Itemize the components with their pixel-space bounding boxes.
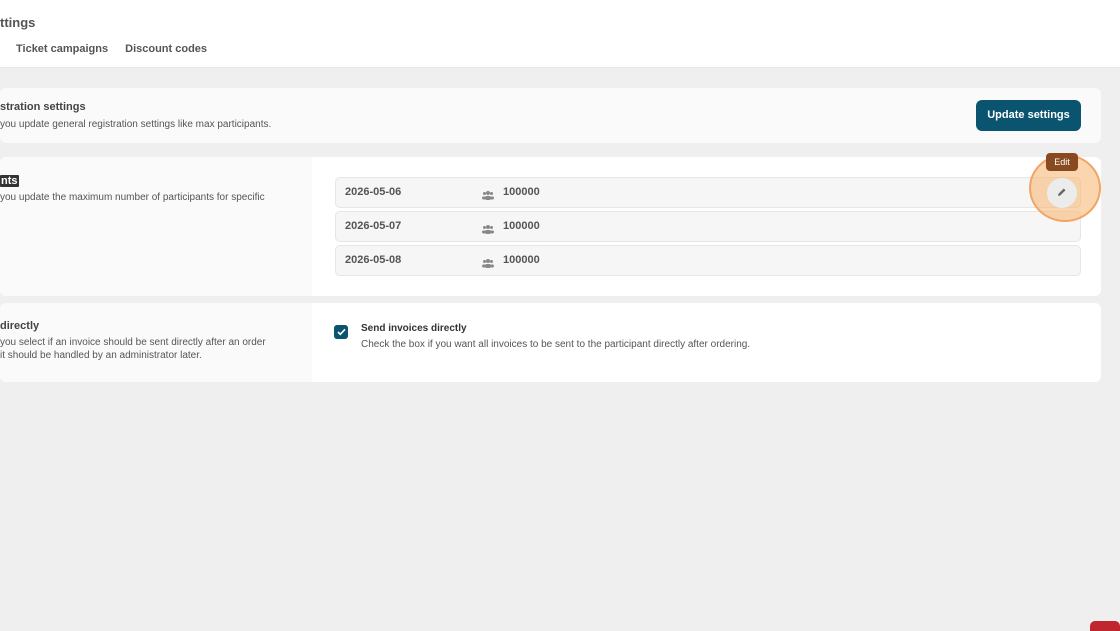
registration-settings-description: you update general registration settings… bbox=[0, 119, 272, 130]
update-settings-button[interactable]: Update settings bbox=[976, 100, 1081, 131]
invoices-card: directly you select if an invoice should… bbox=[0, 303, 1101, 382]
people-icon bbox=[482, 187, 494, 205]
page-title: ttings bbox=[0, 15, 36, 30]
participant-limit-row[interactable]: 2026-05-08 100000 bbox=[335, 245, 1081, 276]
max-participants-title: nts bbox=[0, 175, 19, 187]
send-invoices-checkbox[interactable] bbox=[334, 325, 348, 339]
participant-limit-row[interactable]: 2026-05-06 100000 bbox=[335, 177, 1081, 208]
max-participants-info: nts you update the maximum number of par… bbox=[0, 157, 312, 296]
corner-badge bbox=[1090, 621, 1120, 631]
edit-tooltip: Edit bbox=[1046, 153, 1078, 171]
checkmark-icon bbox=[336, 323, 346, 341]
invoices-description-line2: it should be handled by an administrator… bbox=[0, 350, 202, 361]
tab-ticket-campaigns[interactable]: Ticket campaigns bbox=[16, 43, 108, 55]
row-date: 2026-05-08 bbox=[345, 254, 402, 266]
settings-header: ttings Ticket campaigns Discount codes bbox=[0, 0, 1120, 68]
send-invoices-description: Check the box if you want all invoices t… bbox=[361, 339, 751, 350]
tab-discount-codes[interactable]: Discount codes bbox=[125, 43, 207, 55]
send-invoices-label: Send invoices directly bbox=[361, 323, 467, 334]
row-count: 100000 bbox=[503, 186, 540, 198]
max-participants-description: you update the maximum number of partici… bbox=[0, 192, 265, 203]
edit-button[interactable] bbox=[1047, 178, 1077, 208]
row-date: 2026-05-06 bbox=[345, 186, 402, 198]
settings-tabs: Ticket campaigns Discount codes bbox=[16, 43, 207, 55]
row-date: 2026-05-07 bbox=[345, 220, 402, 232]
invoices-description-line1: you select if an invoice should be sent … bbox=[0, 337, 266, 348]
registration-settings-card: stration settings you update general reg… bbox=[0, 88, 1101, 143]
registration-settings-title: stration settings bbox=[0, 101, 86, 113]
row-count: 100000 bbox=[503, 220, 540, 232]
invoices-title: directly bbox=[0, 320, 40, 332]
invoices-info: directly you select if an invoice should… bbox=[0, 303, 312, 382]
people-icon bbox=[482, 221, 494, 239]
row-count: 100000 bbox=[503, 254, 540, 266]
participant-limit-row[interactable]: 2026-05-07 100000 bbox=[335, 211, 1081, 242]
pencil-icon bbox=[1057, 184, 1067, 202]
people-icon bbox=[482, 255, 494, 273]
